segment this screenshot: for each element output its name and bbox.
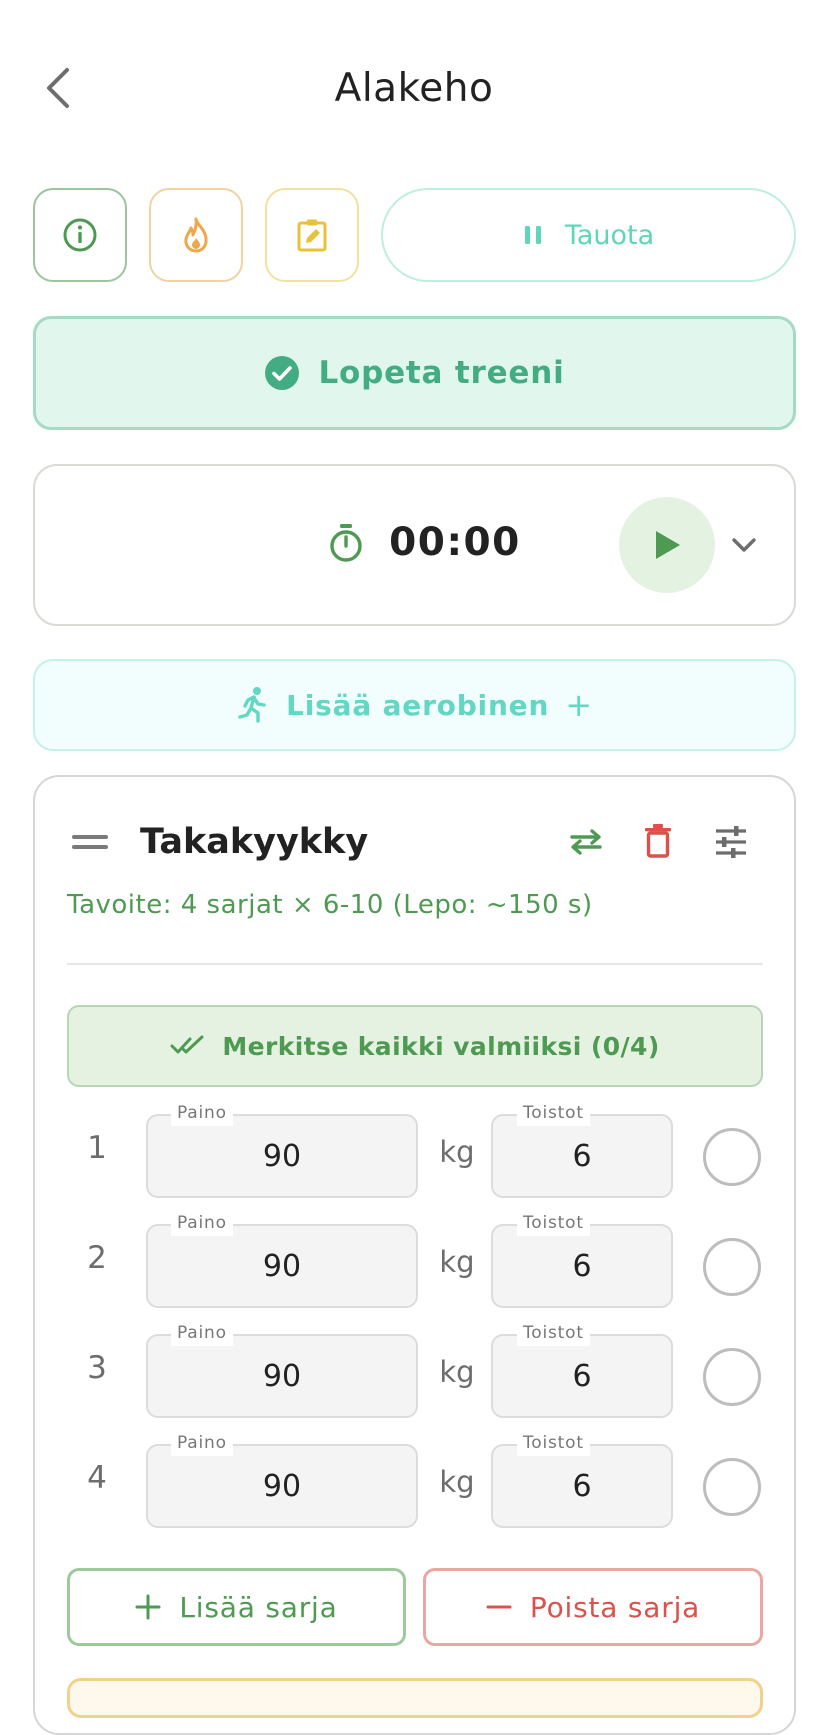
add-cardio-button[interactable]: Lisää aerobinen + (33, 659, 796, 751)
unit-label: kg (439, 1244, 475, 1279)
check-circle-icon (265, 356, 300, 390)
set-done-checkbox[interactable] (703, 1458, 761, 1516)
weight-input[interactable]: 90 (146, 1224, 418, 1308)
finish-workout-button[interactable]: Lopeta treeni (33, 316, 796, 430)
tune-icon (716, 826, 746, 858)
weight-label: Paino (171, 1430, 233, 1456)
weight-input[interactable]: 90 (146, 1444, 418, 1528)
finish-label: Lopeta treeni (318, 355, 565, 391)
weight-label: Paino (171, 1210, 233, 1236)
weight-label: Paino (171, 1320, 233, 1346)
calories-button[interactable] (149, 188, 243, 282)
chevron-down-icon (732, 538, 756, 552)
divider (67, 963, 763, 965)
swap-icon (570, 829, 602, 855)
weight-label: Paino (171, 1100, 233, 1126)
plus-icon: + (565, 686, 593, 724)
exercise-name: Takakyykky (140, 822, 369, 862)
info-icon (63, 218, 97, 252)
note-edit-icon (297, 219, 327, 252)
running-icon (238, 687, 266, 723)
unit-label: kg (439, 1134, 475, 1169)
stopwatch-icon (326, 520, 366, 566)
reps-label: Toistot (517, 1210, 590, 1236)
pause-button[interactable]: Tauota (381, 188, 796, 282)
fire-icon (184, 217, 208, 253)
set-done-checkbox[interactable] (703, 1348, 761, 1406)
mark-all-done-button[interactable]: Merkitse kaikki valmiiksi (0/4) (67, 1005, 763, 1087)
pause-label: Tauota (564, 219, 655, 251)
timer-play-button[interactable] (619, 497, 715, 593)
set-done-checkbox[interactable] (703, 1128, 761, 1186)
set-number: 4 (87, 1459, 107, 1496)
reps-label: Toistot (517, 1320, 590, 1346)
exercise-target: Tavoite: 4 sarjat × 6-10 (Lepo: ~150 s) (67, 890, 593, 920)
add-set-button[interactable]: Lisää sarja (67, 1568, 406, 1646)
swap-exercise-button[interactable] (566, 822, 606, 862)
add-cardio-label: Lisää aerobinen (286, 688, 550, 722)
mark-all-label: Merkitse kaikki valmiiksi (0/4) (222, 1031, 660, 1061)
weight-input[interactable]: 90 (146, 1334, 418, 1418)
set-row: 2 90 Paino kg 6 Toistot (67, 1210, 763, 1308)
reps-input[interactable]: 6 (491, 1444, 673, 1528)
minus-icon (486, 1605, 512, 1609)
add-set-label: Lisää sarja (179, 1590, 338, 1624)
set-number: 3 (87, 1349, 107, 1386)
unit-label: kg (439, 1464, 475, 1499)
reps-label: Toistot (517, 1430, 590, 1456)
set-done-checkbox[interactable] (703, 1238, 761, 1296)
set-row: 1 90 Paino kg 6 Toistot (67, 1100, 763, 1198)
pause-icon (524, 226, 541, 244)
info-button[interactable] (33, 188, 127, 282)
weight-input[interactable]: 90 (146, 1114, 418, 1198)
play-icon (656, 531, 680, 559)
double-check-icon (170, 1035, 204, 1054)
reps-input[interactable]: 6 (491, 1114, 673, 1198)
trash-icon (645, 824, 671, 858)
remove-set-label: Poista sarja (529, 1590, 701, 1624)
delete-exercise-button[interactable] (640, 820, 676, 862)
set-row: 4 90 Paino kg 6 Toistot (67, 1430, 763, 1528)
reps-input[interactable]: 6 (491, 1224, 673, 1308)
notes-button[interactable] (265, 188, 359, 282)
drag-handle-icon[interactable] (72, 832, 108, 852)
page-title: Alakeho (334, 65, 494, 111)
set-row: 3 90 Paino kg 6 Toistot (67, 1320, 763, 1418)
reps-label: Toistot (517, 1100, 590, 1126)
exercise-settings-button[interactable] (711, 822, 751, 862)
set-number: 1 (87, 1129, 107, 1166)
set-number: 2 (87, 1239, 107, 1276)
remove-set-button[interactable]: Poista sarja (423, 1568, 763, 1646)
timer-display: 00:00 (389, 519, 521, 565)
timer-expand-button[interactable] (726, 528, 762, 562)
plus-icon (135, 1594, 161, 1620)
exercise-notes-panel (67, 1678, 763, 1718)
unit-label: kg (439, 1354, 475, 1389)
reps-input[interactable]: 6 (491, 1334, 673, 1418)
